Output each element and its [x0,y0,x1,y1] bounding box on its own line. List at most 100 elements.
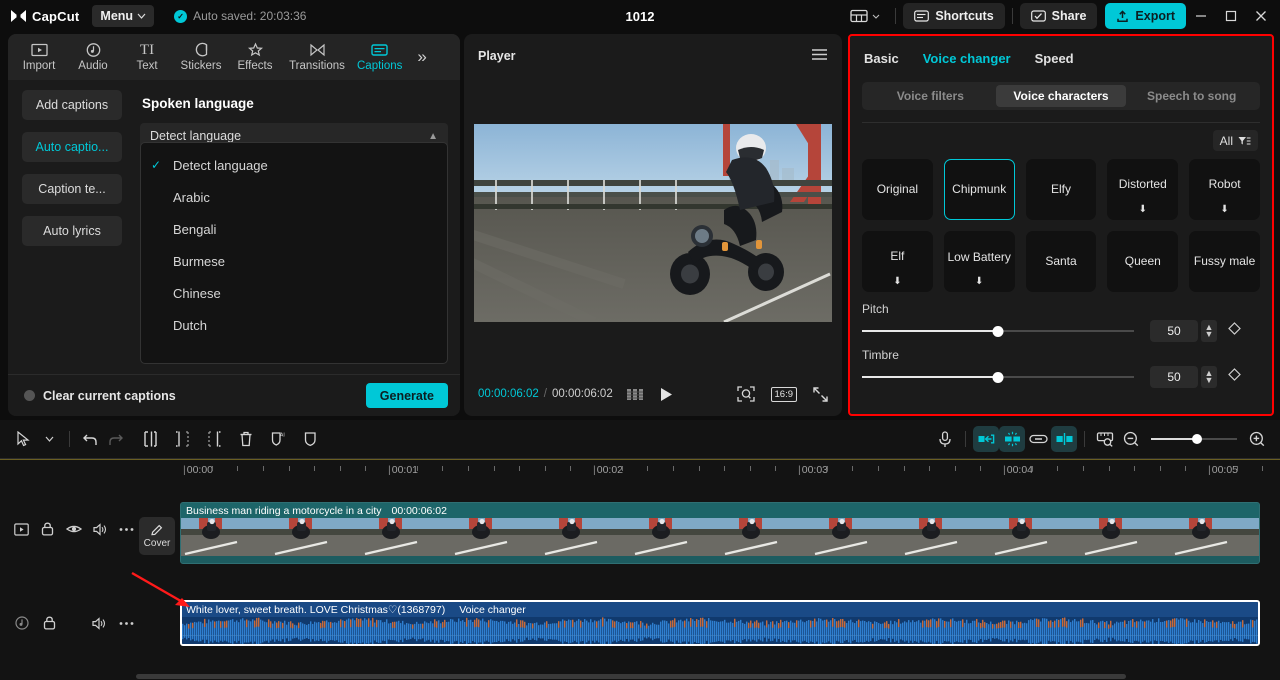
pitch-slider[interactable] [862,324,1134,338]
nav-tab-text[interactable]: TI Text [120,42,174,72]
download-icon[interactable]: ⬇ [975,276,983,288]
segment-voice-characters[interactable]: Voice characters [995,85,1127,107]
cursor-dropdown-button[interactable] [36,426,62,452]
tab-voice-changer[interactable]: Voice changer [923,51,1011,66]
dropdown-option-dutch[interactable]: Dutch [141,309,447,341]
timeline-scrollbar[interactable] [136,674,1126,679]
timeline-ruler[interactable]: 00:00 00:01 00:02 00:03 00:04 00:05 [0,458,1280,484]
sidebar-item-caption-templates[interactable]: Caption te... [22,174,122,204]
pitch-stepper[interactable]: ▲ ▼ [1201,320,1217,342]
tab-basic[interactable]: Basic [864,51,899,66]
sidebar-item-auto-lyrics[interactable]: Auto lyrics [22,216,122,246]
zoom-out-button[interactable] [1118,426,1144,452]
tab-speed[interactable]: Speed [1035,51,1074,66]
pitch-keyframe-button[interactable] [1228,322,1241,340]
voice-character-elfy[interactable]: Elfy [1025,159,1097,220]
nav-tab-captions[interactable]: Captions [352,42,407,72]
nav-tab-effects[interactable]: Effects [228,42,282,72]
video-track-icon[interactable] [12,517,31,541]
timbre-value-input[interactable]: 50 [1150,366,1198,388]
undo-button[interactable] [77,426,103,452]
timbre-keyframe-button[interactable] [1228,368,1241,386]
minimize-button[interactable] [1186,1,1216,31]
zoom-knob[interactable] [1192,434,1203,444]
mask-button[interactable] [297,426,323,452]
voice-character-queen[interactable]: Queen [1107,231,1179,292]
frames-button[interactable] [626,388,643,401]
speaker-icon[interactable] [91,517,110,541]
timbre-slider[interactable] [862,370,1134,384]
delete-button[interactable] [233,426,259,452]
cover-button[interactable]: Cover [139,517,175,555]
auto-cutout-button[interactable] [999,426,1025,452]
pitch-value-input[interactable]: 50 [1150,320,1198,342]
link-button[interactable] [1025,426,1051,452]
shortcuts-button[interactable]: Shortcuts [903,3,1005,29]
lock-icon[interactable] [38,517,57,541]
sidebar-item-auto-captions[interactable]: Auto captio... [22,132,122,162]
voice-character-fussy-male[interactable]: Fussy male [1189,231,1260,292]
nav-tab-import[interactable]: Import [12,42,66,72]
auto-fit-button[interactable] [973,426,999,452]
aspect-ratio-button[interactable]: 16:9 [770,386,797,402]
maximize-button[interactable] [1216,1,1246,31]
select-cursor-button[interactable] [10,426,36,452]
segment-voice-filters[interactable]: Voice filters [865,85,996,107]
voice-character-distorted[interactable]: Distorted ⬇ [1107,159,1179,220]
download-icon[interactable]: ⬇ [1220,204,1228,216]
layout-button[interactable] [842,9,888,23]
expand-nav-button[interactable]: » [411,47,432,67]
dropdown-option-burmese[interactable]: Burmese [141,245,447,277]
split-button[interactable] [137,426,163,452]
microphone-button[interactable] [932,426,958,452]
voice-character-santa[interactable]: Santa [1025,231,1097,292]
more-icon[interactable] [117,517,136,541]
video-stage[interactable] [474,78,832,367]
export-button[interactable]: Export [1105,3,1186,29]
clear-captions-toggle[interactable] [24,390,35,401]
slider-knob[interactable] [992,371,1004,383]
share-button[interactable]: Share [1019,3,1098,29]
nav-tab-transitions[interactable]: Transitions [282,42,352,72]
player-menu-button[interactable] [811,48,828,64]
segment-speech-to-song[interactable]: Speech to song [1126,85,1257,107]
close-button[interactable] [1246,1,1276,31]
ai-mask-button[interactable]: AI [265,426,291,452]
dropdown-option-arabic[interactable]: Arabic [141,181,447,213]
more-icon[interactable] [116,611,136,635]
voice-character-chipmunk[interactable]: Chipmunk [943,159,1015,220]
download-icon[interactable]: ⬇ [1139,204,1147,216]
trim-right-button[interactable] [201,426,227,452]
voice-character-original[interactable]: Original [862,159,933,220]
dropdown-option-detect-language[interactable]: ✓ Detect language [141,149,447,181]
voice-character-elf[interactable]: Elf ⬇ [862,231,933,292]
dropdown-option-bengali[interactable]: Bengali [141,213,447,245]
play-button[interactable] [659,387,673,402]
voice-character-low-battery[interactable]: Low Battery ⬇ [943,231,1015,292]
speaker-icon[interactable] [89,611,109,635]
lock-icon[interactable] [39,611,59,635]
voice-character-robot[interactable]: Robot ⬇ [1189,159,1260,220]
filter-all-button[interactable]: All [1212,130,1258,151]
sidebar-item-add-captions[interactable]: Add captions [22,90,122,120]
video-clip[interactable]: Business man riding a motorcycle in a ci… [180,502,1260,564]
fullscreen-button[interactable] [813,386,828,402]
generate-button[interactable]: Generate [365,383,448,408]
zoom-in-button[interactable] [1244,426,1270,452]
zoom-fit-button[interactable] [736,386,755,402]
audio-clip[interactable]: White lover, sweet breath. LOVE Christma… [180,600,1260,646]
redo-button[interactable] [103,426,129,452]
trim-left-button[interactable] [169,426,195,452]
timeline-zoom-slider[interactable] [1151,433,1237,445]
download-icon[interactable]: ⬇ [893,276,901,288]
snap-button[interactable] [1051,426,1077,452]
adjust-ruler-button[interactable] [1092,426,1118,452]
timbre-stepper[interactable]: ▲ ▼ [1201,366,1217,388]
menu-button[interactable]: Menu [92,5,155,27]
dropdown-option-chinese[interactable]: Chinese [141,277,447,309]
nav-tab-stickers[interactable]: Stickers [174,42,228,72]
nav-tab-audio[interactable]: Audio [66,42,120,72]
eye-icon[interactable] [64,517,83,541]
slider-knob[interactable] [992,325,1004,337]
audio-track-icon[interactable] [12,611,32,635]
